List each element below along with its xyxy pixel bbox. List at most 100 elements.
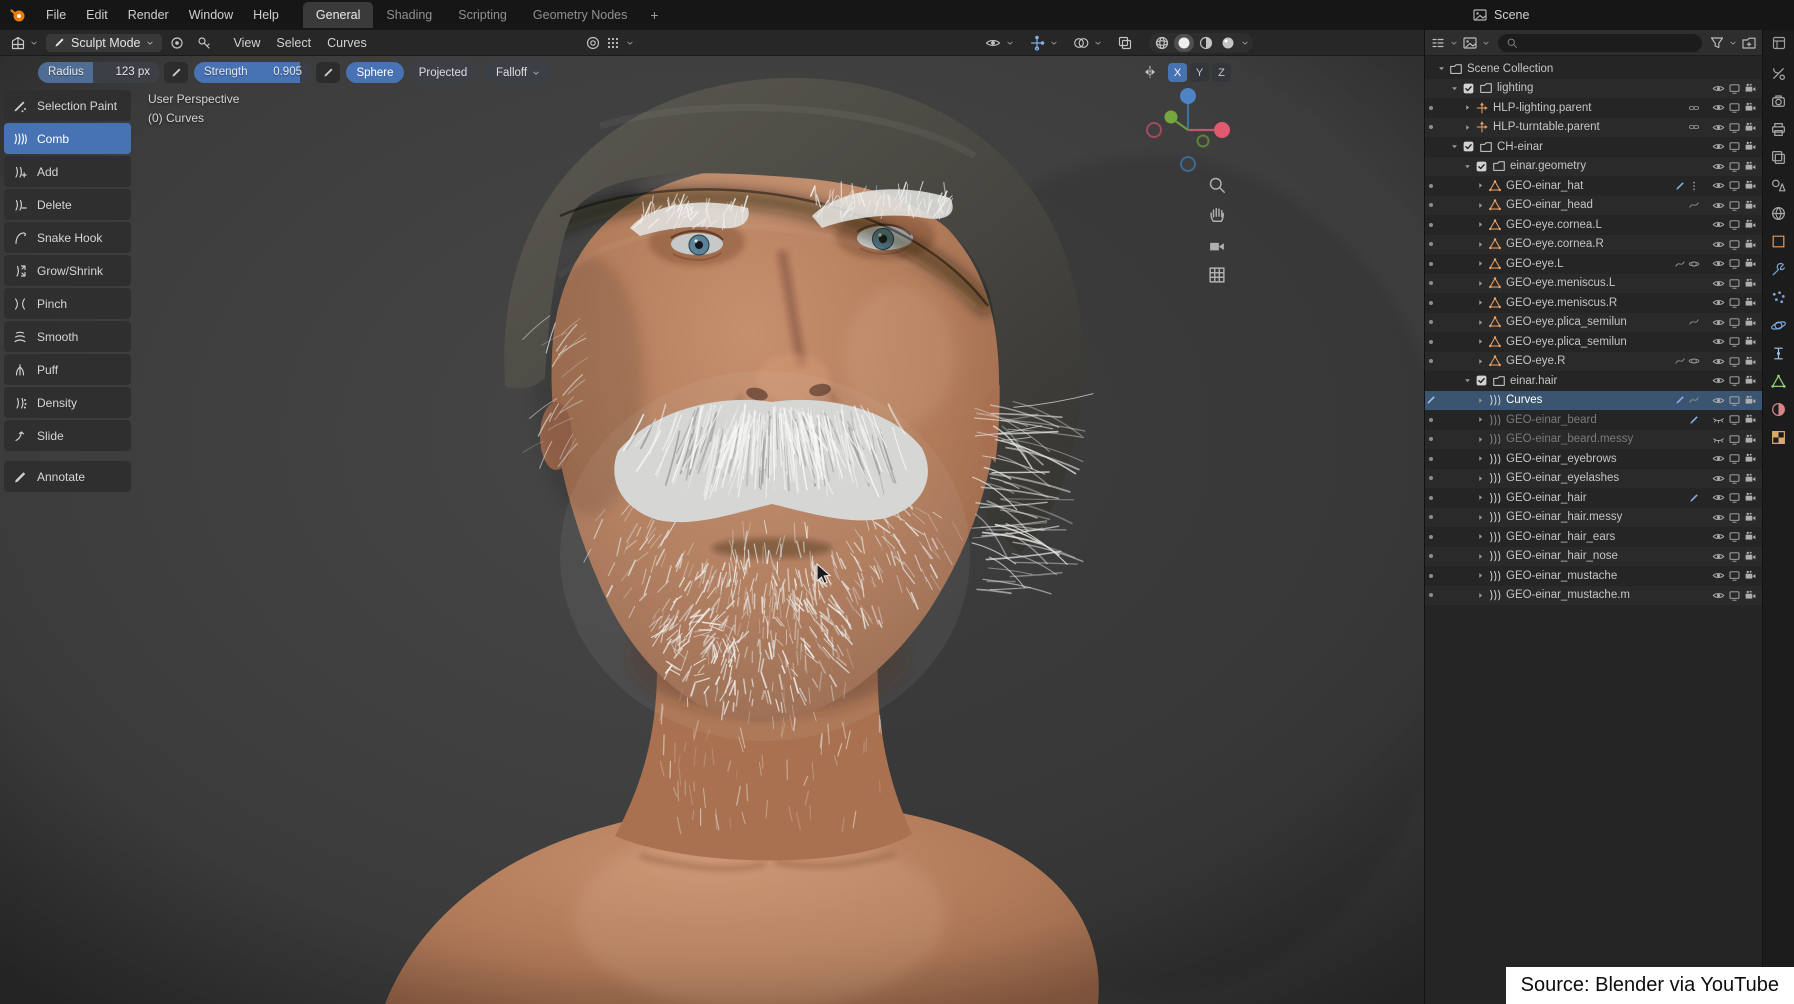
tool-delete[interactable]: Delete (4, 189, 131, 220)
outliner-item-label[interactable]: CH-einar (1497, 141, 1700, 153)
arrow-right-icon[interactable] (1475, 258, 1486, 269)
screen-icon[interactable] (1728, 238, 1741, 251)
outliner-item-label[interactable]: GEO-einar_hair_nose (1506, 550, 1700, 562)
eye-icon[interactable] (1712, 589, 1725, 602)
outliner-row[interactable]: GEO-eye.R (1425, 352, 1762, 372)
screen-icon[interactable] (1728, 374, 1741, 387)
add-workspace-button[interactable]: + (640, 5, 668, 25)
outliner-row[interactable]: GEO-eye.plica_semilun (1425, 313, 1762, 333)
camera-icon[interactable] (1744, 160, 1757, 173)
tool-snake-hook[interactable]: Snake Hook (4, 222, 131, 253)
camera-icon[interactable] (1744, 589, 1757, 602)
screen-icon[interactable] (1728, 218, 1741, 231)
outliner-item-label[interactable]: HLP-lighting.parent (1493, 102, 1688, 114)
zoom-icon[interactable] (1207, 175, 1227, 195)
camera-icon[interactable] (1744, 452, 1757, 465)
eye-icon[interactable] (1712, 121, 1725, 134)
pan-hand-icon[interactable] (1207, 205, 1227, 225)
axis-gizmo[interactable] (1143, 85, 1233, 175)
eye-icon[interactable] (1712, 491, 1725, 504)
properties-tab-particles[interactable] (1766, 284, 1792, 310)
outliner-row[interactable]: GEO-einar_hair (1425, 488, 1762, 508)
search-input[interactable] (1523, 37, 1694, 49)
outliner-item-label[interactable]: einar.geometry (1510, 160, 1700, 172)
screen-icon[interactable] (1728, 394, 1741, 407)
screen-icon[interactable] (1728, 101, 1741, 114)
blender-logo-icon[interactable] (0, 7, 36, 23)
tool-puff[interactable]: Puff (4, 354, 131, 385)
arrow-right-icon[interactable] (1475, 356, 1486, 367)
eye-icon[interactable] (1712, 511, 1725, 524)
screen-icon[interactable] (1728, 550, 1741, 563)
outliner-row[interactable]: GEO-einar_mustache.m (1425, 586, 1762, 606)
workspace-tab-geometry-nodes[interactable]: Geometry Nodes (520, 2, 640, 28)
arrow-right-icon[interactable] (1475, 180, 1486, 191)
outliner-item-label[interactable]: GEO-eye.meniscus.R (1506, 297, 1700, 309)
screen-icon[interactable] (1728, 199, 1741, 212)
camera-icon[interactable] (1744, 82, 1757, 95)
chevron-down-icon[interactable] (1005, 38, 1015, 48)
shading-wireframe-button[interactable] (1152, 34, 1172, 52)
arrow-right-icon[interactable] (1475, 278, 1486, 289)
workspace-tab-general[interactable]: General (303, 2, 373, 28)
camera-icon[interactable] (1744, 296, 1757, 309)
eye-closed-icon[interactable] (1712, 413, 1725, 426)
camera-icon[interactable] (1744, 335, 1757, 348)
eye-icon[interactable] (1712, 550, 1725, 563)
arrow-right-icon[interactable] (1475, 434, 1486, 445)
symmetry-z-button[interactable]: Z (1212, 63, 1231, 82)
outliner-row[interactable]: GEO-eye.meniscus.R (1425, 293, 1762, 313)
arrow-right-icon[interactable] (1475, 570, 1486, 581)
camera-icon[interactable] (1744, 140, 1757, 153)
checkbox-icon[interactable] (1462, 82, 1475, 95)
screen-icon[interactable] (1728, 569, 1741, 582)
display-mode-icon[interactable] (1462, 35, 1478, 51)
screen-icon[interactable] (1728, 530, 1741, 543)
outliner-item-label[interactable]: GEO-eye.plica_semilun (1506, 336, 1700, 348)
outliner-item-label[interactable]: GEO-einar_hair_ears (1506, 531, 1700, 543)
outliner-row[interactable]: GEO-eye.L (1425, 254, 1762, 274)
outliner-row[interactable]: GEO-einar_beard.messy (1425, 430, 1762, 450)
chevron-down-icon[interactable] (1049, 38, 1059, 48)
arrow-right-icon[interactable] (1475, 492, 1486, 503)
arrow-right-icon[interactable] (1475, 414, 1486, 425)
eye-icon[interactable] (1712, 452, 1725, 465)
strength-pressure-button[interactable] (316, 62, 340, 83)
arrow-right-icon[interactable] (1475, 551, 1486, 562)
arrow-right-icon[interactable] (1475, 531, 1486, 542)
outliner-row[interactable]: HLP-lighting.parent (1425, 98, 1762, 118)
eye-icon[interactable] (1712, 257, 1725, 270)
eye-icon[interactable] (1712, 199, 1725, 212)
outliner-item-label[interactable]: GEO-einar_eyelashes (1506, 472, 1700, 484)
properties-tab-world[interactable] (1766, 200, 1792, 226)
arrow-down-icon[interactable] (1436, 63, 1447, 74)
outliner-row[interactable]: lighting (1425, 79, 1762, 99)
outliner-row[interactable]: CH-einar (1425, 137, 1762, 157)
screen-icon[interactable] (1728, 316, 1741, 329)
strength-slider[interactable]: Strength 0.905 (194, 62, 312, 83)
camera-icon[interactable] (1744, 199, 1757, 212)
shading-rendered-button[interactable] (1218, 34, 1238, 52)
chevron-down-icon[interactable] (1449, 38, 1459, 48)
screen-icon[interactable] (1728, 179, 1741, 192)
properties-tab-texture[interactable] (1766, 424, 1792, 450)
outliner-item-label[interactable]: lighting (1497, 82, 1700, 94)
checkbox-icon[interactable] (1475, 160, 1488, 173)
outliner-row[interactable]: GEO-einar_head (1425, 196, 1762, 216)
arrow-right-icon[interactable] (1475, 453, 1486, 464)
tool-annotate[interactable]: Annotate (4, 461, 131, 492)
eye-icon[interactable] (1712, 394, 1725, 407)
outliner-item-label[interactable]: GEO-eye.plica_semilun (1506, 316, 1688, 328)
camera-icon[interactable] (1744, 316, 1757, 329)
properties-tab-object[interactable] (1766, 228, 1792, 254)
workspace-tab-scripting[interactable]: Scripting (445, 2, 520, 28)
camera-icon[interactable] (1744, 277, 1757, 290)
eye-icon[interactable] (1712, 82, 1725, 95)
falloff-dropdown[interactable]: Falloff (484, 62, 553, 83)
radius-slider[interactable]: Radius 123 px (38, 62, 160, 83)
camera-icon[interactable] (1744, 355, 1757, 368)
screen-icon[interactable] (1728, 277, 1741, 290)
properties-tab-object-data[interactable] (1766, 368, 1792, 394)
xray-toggle-icon[interactable] (1117, 35, 1133, 51)
arrow-right-icon[interactable] (1475, 200, 1486, 211)
